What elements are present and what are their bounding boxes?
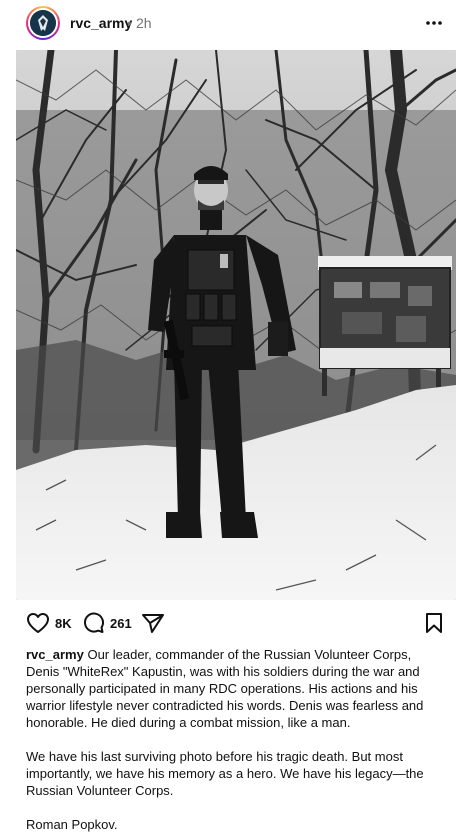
heart-icon xyxy=(27,613,49,633)
comment-button[interactable] xyxy=(82,612,104,639)
save-button[interactable] xyxy=(424,612,444,639)
comment-count[interactable]: 261 xyxy=(110,616,132,631)
caption-paragraph-1: rvc_army Our leader, commander of the Ru… xyxy=(26,646,431,731)
caption-paragraph-2: We have his last surviving photo before … xyxy=(26,749,424,798)
post-actions-bar: 8K 261 xyxy=(0,606,462,640)
separator-dot: • xyxy=(127,15,132,31)
caption-username[interactable]: rvc_army xyxy=(26,647,84,662)
rvc-logo-icon xyxy=(30,10,56,36)
more-horizontal-icon xyxy=(426,21,442,25)
send-icon xyxy=(142,614,164,633)
post-username[interactable]: rvc_army xyxy=(70,15,132,31)
post-caption: rvc_army Our leader, commander of the Ru… xyxy=(26,646,431,833)
post-timestamp[interactable]: 2h xyxy=(136,15,152,31)
avatar[interactable] xyxy=(26,6,60,40)
like-button[interactable] xyxy=(26,612,50,639)
bookmark-icon xyxy=(426,613,442,633)
like-count[interactable]: 8K xyxy=(55,616,72,631)
more-options-button[interactable] xyxy=(422,12,446,34)
comment-bubble-icon xyxy=(84,612,104,633)
caption-text-1: Our leader, commander of the Russian Vol… xyxy=(26,647,424,730)
post-header: rvc_army • 2h xyxy=(0,0,462,46)
caption-signature: Roman Popkov. xyxy=(26,817,118,832)
share-button[interactable] xyxy=(141,612,165,639)
post-photo[interactable] xyxy=(16,50,456,600)
